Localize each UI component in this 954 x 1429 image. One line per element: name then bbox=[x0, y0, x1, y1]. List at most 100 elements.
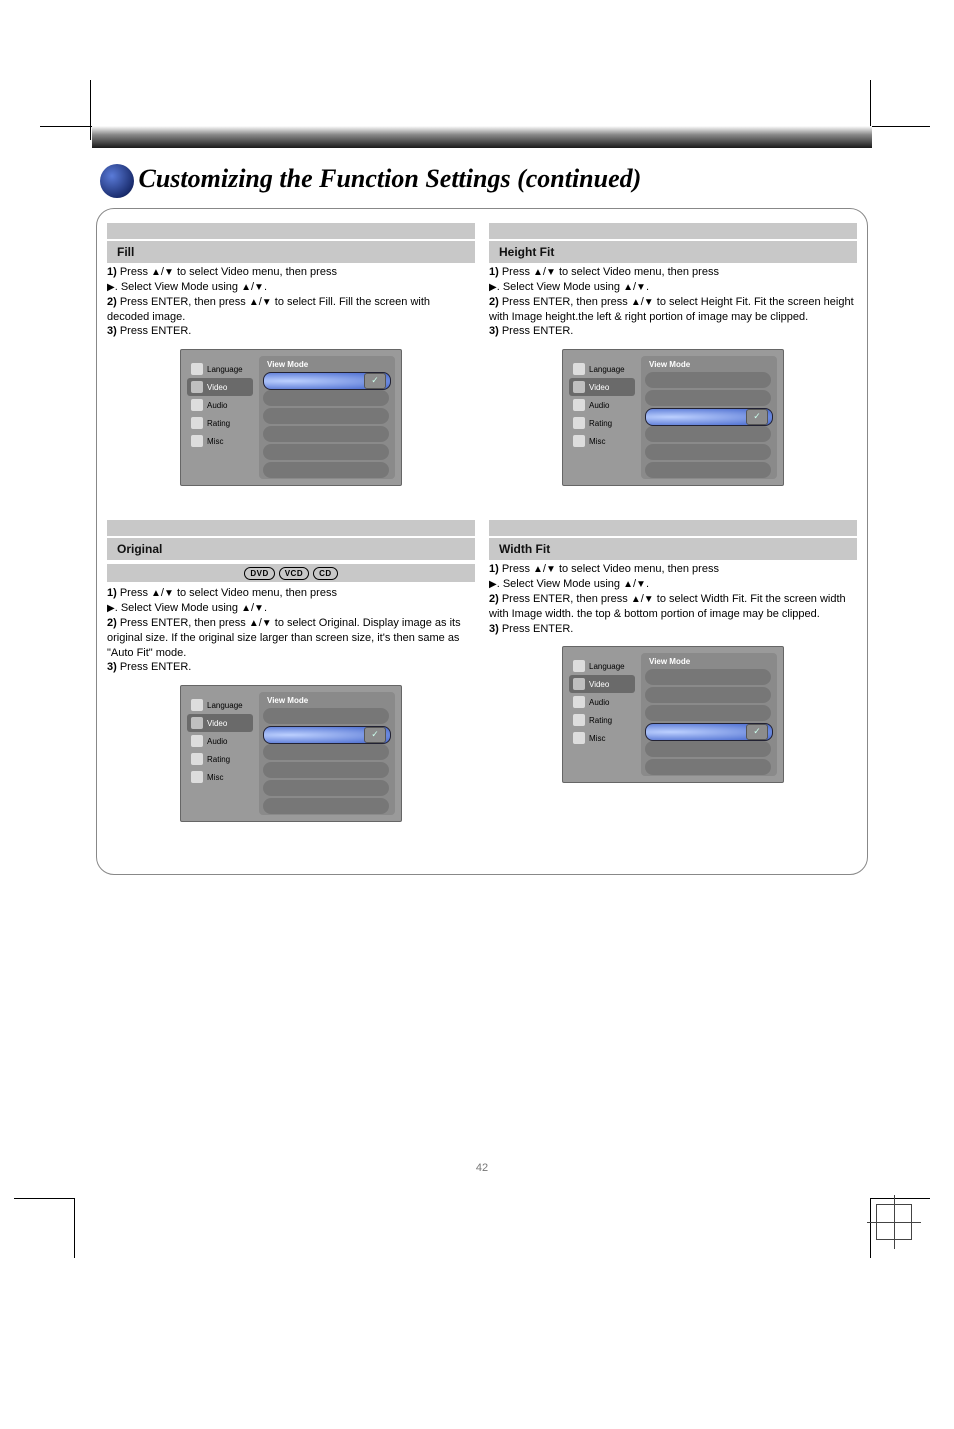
instruction-text: 1) Press ▲/▼ to select Video menu, then … bbox=[107, 265, 475, 339]
osd-menu-item: Audio bbox=[569, 693, 635, 711]
section-divider-bar bbox=[489, 223, 857, 239]
osd-option-pill: ✓ bbox=[263, 726, 391, 744]
osd-menu-item: Audio bbox=[187, 732, 253, 750]
crop-mark bbox=[14, 1198, 74, 1199]
setting-title: Height Fit bbox=[489, 241, 857, 263]
osd-pane-title: View Mode bbox=[267, 360, 395, 369]
osd-option-pill bbox=[263, 780, 389, 796]
spacer bbox=[489, 787, 857, 817]
osd-menu-label: Rating bbox=[207, 755, 230, 764]
setting-title: Width Fit bbox=[489, 538, 857, 560]
osd-menu-item: Language bbox=[569, 360, 635, 378]
page-title-text: Customizing the Function Settings (conti… bbox=[139, 164, 642, 193]
osd-menu-item: Rating bbox=[187, 414, 253, 432]
osd-menu-icon bbox=[573, 696, 585, 708]
osd-menu-label: Audio bbox=[207, 737, 227, 746]
osd-menu-icon bbox=[191, 363, 203, 375]
crop-mark bbox=[870, 1198, 930, 1199]
osd-option-pill bbox=[645, 462, 771, 478]
checkmark-icon: ✓ bbox=[746, 724, 768, 740]
osd-option-pill bbox=[645, 390, 771, 406]
osd-option-pill bbox=[263, 390, 389, 406]
osd-menu-label: Audio bbox=[207, 401, 227, 410]
section-divider-bar bbox=[107, 223, 475, 239]
osd-screenshot: LanguageVideoAudioRatingMiscView Mode✓ bbox=[180, 685, 402, 822]
osd-menu-item: Rating bbox=[569, 711, 635, 729]
osd-menu-label: Misc bbox=[589, 734, 605, 743]
checkmark-icon: ✓ bbox=[746, 409, 768, 425]
osd-option-pill bbox=[263, 408, 389, 424]
osd-menu-label: Language bbox=[589, 365, 625, 374]
osd-option-pill bbox=[645, 687, 771, 703]
spacer bbox=[489, 490, 857, 520]
osd-menu-label: Language bbox=[207, 365, 243, 374]
osd-menu-icon bbox=[573, 417, 585, 429]
crop-mark bbox=[40, 126, 100, 127]
header-gradient-bar bbox=[92, 126, 872, 148]
osd-menu-icon bbox=[573, 660, 585, 672]
osd-option-pill bbox=[645, 741, 771, 757]
osd-menu-item: Audio bbox=[569, 396, 635, 414]
osd-menu-item: Language bbox=[187, 360, 253, 378]
osd-menu-icon bbox=[191, 435, 203, 447]
osd-menu-item: Video bbox=[187, 378, 253, 396]
osd-menu-label: Language bbox=[589, 662, 625, 671]
osd-menu-icon bbox=[191, 699, 203, 711]
media-compat-bar: DVD VCD CD bbox=[107, 564, 475, 582]
setting-title: Original bbox=[107, 538, 475, 560]
page-content: Customizing the Function Settings (conti… bbox=[92, 126, 872, 1196]
osd-option-pill bbox=[645, 705, 771, 721]
osd-menu-label: Misc bbox=[207, 773, 223, 782]
section-divider-bar bbox=[107, 520, 475, 536]
osd-menu-icon bbox=[573, 678, 585, 690]
osd-menu-item: Misc bbox=[569, 729, 635, 747]
registration-target-icon bbox=[876, 1204, 912, 1240]
osd-menu-icon bbox=[573, 732, 585, 744]
bullet-orb-icon bbox=[100, 164, 134, 198]
osd-menu-item: Video bbox=[569, 675, 635, 693]
osd-option-pill: ✓ bbox=[263, 372, 391, 390]
osd-pane-title: View Mode bbox=[267, 696, 395, 705]
spacer bbox=[107, 826, 475, 856]
osd-menu-label: Rating bbox=[589, 716, 612, 725]
osd-menu-icon bbox=[191, 399, 203, 411]
setting-title: Fill bbox=[107, 241, 475, 263]
section-divider-bar bbox=[489, 520, 857, 536]
settings-panel: Fill1) Press ▲/▼ to select Video menu, t… bbox=[96, 208, 868, 875]
osd-option-pill bbox=[263, 462, 389, 478]
media-badge: DVD bbox=[244, 567, 274, 580]
instruction-text: 1) Press ▲/▼ to select Video menu, then … bbox=[107, 586, 475, 675]
osd-pane-title: View Mode bbox=[649, 360, 777, 369]
osd-option-pill bbox=[263, 444, 389, 460]
osd-menu-icon bbox=[573, 714, 585, 726]
osd-menu-item: Video bbox=[187, 714, 253, 732]
crop-mark bbox=[90, 80, 91, 140]
osd-menu-icon bbox=[191, 735, 203, 747]
instruction-text: 1) Press ▲/▼ to select Video menu, then … bbox=[489, 265, 857, 339]
osd-menu-label: Video bbox=[589, 680, 609, 689]
osd-menu-label: Misc bbox=[207, 437, 223, 446]
osd-menu-label: Video bbox=[589, 383, 609, 392]
crop-mark bbox=[74, 1198, 75, 1258]
crop-mark bbox=[870, 126, 930, 127]
osd-option-pill bbox=[645, 372, 771, 388]
osd-option-pill: ✓ bbox=[645, 408, 773, 426]
osd-menu-item: Audio bbox=[187, 396, 253, 414]
osd-menu-label: Rating bbox=[207, 419, 230, 428]
osd-screenshot: LanguageVideoAudioRatingMiscView Mode✓ bbox=[562, 646, 784, 783]
osd-option-pill bbox=[263, 708, 389, 724]
osd-option-pill bbox=[263, 762, 389, 778]
media-badge: CD bbox=[313, 567, 338, 580]
osd-option-pill bbox=[263, 798, 389, 814]
osd-option-pill bbox=[263, 426, 389, 442]
osd-menu-icon bbox=[573, 435, 585, 447]
media-badge: VCD bbox=[279, 567, 309, 580]
osd-menu-icon bbox=[191, 753, 203, 765]
osd-menu-icon bbox=[191, 717, 203, 729]
spacer bbox=[107, 490, 475, 520]
osd-menu-label: Audio bbox=[589, 401, 609, 410]
osd-option-pill bbox=[263, 744, 389, 760]
osd-menu-label: Audio bbox=[589, 698, 609, 707]
osd-option-pill bbox=[645, 426, 771, 442]
instruction-text: 1) Press ▲/▼ to select Video menu, then … bbox=[489, 562, 857, 636]
